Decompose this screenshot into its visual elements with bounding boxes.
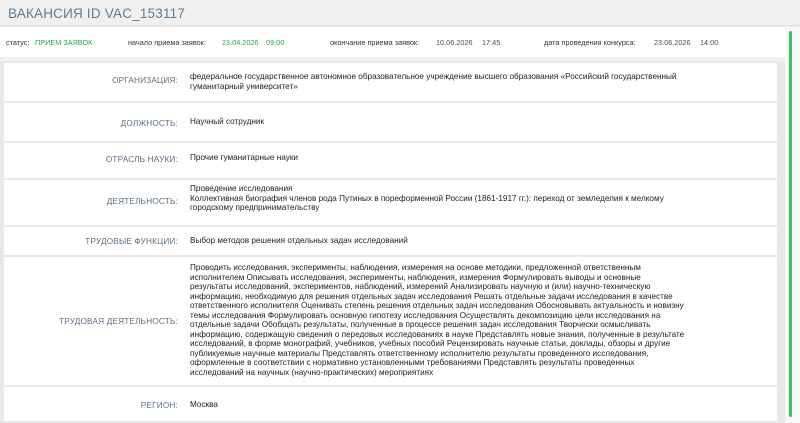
end-time: 17:45 xyxy=(482,38,501,47)
title-divider xyxy=(0,25,800,26)
field-label: ДЕЯТЕЛЬНОСТЬ: xyxy=(106,197,178,206)
end-date: 10.06.2026 xyxy=(436,38,473,47)
value-line: Прочие гуманитарные науки xyxy=(190,153,298,162)
vertical-scrollbar[interactable] xyxy=(785,27,800,423)
page-title: ВАКАНСИЯ ID VAC_153117 xyxy=(8,6,186,21)
value-line: гуманитарный университет» xyxy=(190,81,298,91)
status-label: статус: xyxy=(6,38,30,47)
start-time: 09:00 xyxy=(266,38,285,47)
field-label: ОТРАСЛЬ НАУКИ: xyxy=(105,155,178,164)
value-line: оформленные в соответствии с нормативно … xyxy=(190,358,635,367)
status-value: ПРИЕМ ЗАЯВОК xyxy=(35,38,93,47)
field-value: Научный сотрудник xyxy=(190,117,775,127)
field-row-labor-functions: ТРУДОВЫЕ ФУНКЦИИ: Выбор методов решения … xyxy=(4,227,777,255)
contest-time: 14:00 xyxy=(700,38,719,47)
field-row-activity: ДЕЯТЕЛЬНОСТЬ: Проведение исследования Ко… xyxy=(4,180,777,225)
value-line: Проводить исследования, эксперименты, на… xyxy=(190,263,641,272)
field-row-region: РЕГИОН: Москва xyxy=(4,387,777,421)
field-label: РЕГИОН: xyxy=(140,401,178,410)
value-line: отдельные задачи Обобщать результаты, по… xyxy=(190,320,651,329)
field-row-labor-activity: ТРУДОВАЯ ДЕЯТЕЛЬНОСТЬ: Проводить исследо… xyxy=(4,257,777,385)
value-line: городскому предпринимательству xyxy=(190,203,320,212)
start-label: начало приема заявок: xyxy=(128,38,206,47)
value-line: ответственного исполнителя Оценивать сте… xyxy=(190,301,684,310)
status-bar: статус: ПРИЕМ ЗАЯВОК начало приема заяво… xyxy=(0,27,785,57)
field-row-position: ДОЛЖНОСТЬ: Научный сотрудник xyxy=(4,103,777,141)
field-value: Выбор методов решения отдельных задач ис… xyxy=(190,236,775,246)
field-label: ОРГАНИЗАЦИЯ: xyxy=(112,76,178,85)
contest-date: 23.06.2026 xyxy=(654,38,691,47)
value-line: результаты исследований, экспериментов, … xyxy=(190,282,651,291)
value-line: Москва xyxy=(190,400,218,409)
field-value: федеральное государственное автономное о… xyxy=(190,72,775,91)
contest-label: дата проведения конкурса: xyxy=(544,38,636,47)
value-line: информацию, содержащую сведения о передо… xyxy=(190,329,685,339)
field-value: Проводить исследования, эксперименты, на… xyxy=(190,263,775,377)
value-line: публикуемые научные материалы Представля… xyxy=(190,348,649,358)
value-line: исследований на научных (научно-практиче… xyxy=(190,367,434,377)
value-line: исследований, в форме монографий, учебни… xyxy=(190,339,671,348)
field-value: Проведение исследования Коллективная био… xyxy=(190,184,775,213)
field-value: Москва xyxy=(190,400,775,410)
field-row-science-field: ОТРАСЛЬ НАУКИ: Прочие гуманитарные науки xyxy=(4,143,777,178)
field-row-organization: ОРГАНИЗАЦИЯ: федеральное государственное… xyxy=(4,63,777,101)
field-label: ТРУДОВАЯ ДЕЯТЕЛЬНОСТЬ: xyxy=(59,317,178,326)
value-line: темы исследования Формулировать основную… xyxy=(190,310,661,320)
value-line: федеральное государственное автономное о… xyxy=(190,72,677,81)
start-date: 23.04.2026 xyxy=(222,38,259,47)
field-label: ДОЛЖНОСТЬ: xyxy=(120,119,178,128)
vacancy-details: ОРГАНИЗАЦИЯ: федеральное государственное… xyxy=(0,61,785,423)
value-line: Коллективная биография членов рода Путин… xyxy=(190,193,664,203)
value-line: Выбор методов решения отдельных задач ис… xyxy=(190,236,408,245)
scrollbar-thumb[interactable] xyxy=(789,31,792,417)
field-label: ТРУДОВЫЕ ФУНКЦИИ: xyxy=(85,237,178,246)
field-value: Прочие гуманитарные науки xyxy=(190,153,775,163)
value-line: исполнителем Описывать исследования, экс… xyxy=(190,272,641,282)
value-line: Научный сотрудник xyxy=(190,117,265,126)
value-line: Проведение исследования xyxy=(190,184,293,193)
end-label: окончание приема заявок: xyxy=(330,38,420,47)
value-line: информацию, необходимую для решения отде… xyxy=(190,291,673,301)
